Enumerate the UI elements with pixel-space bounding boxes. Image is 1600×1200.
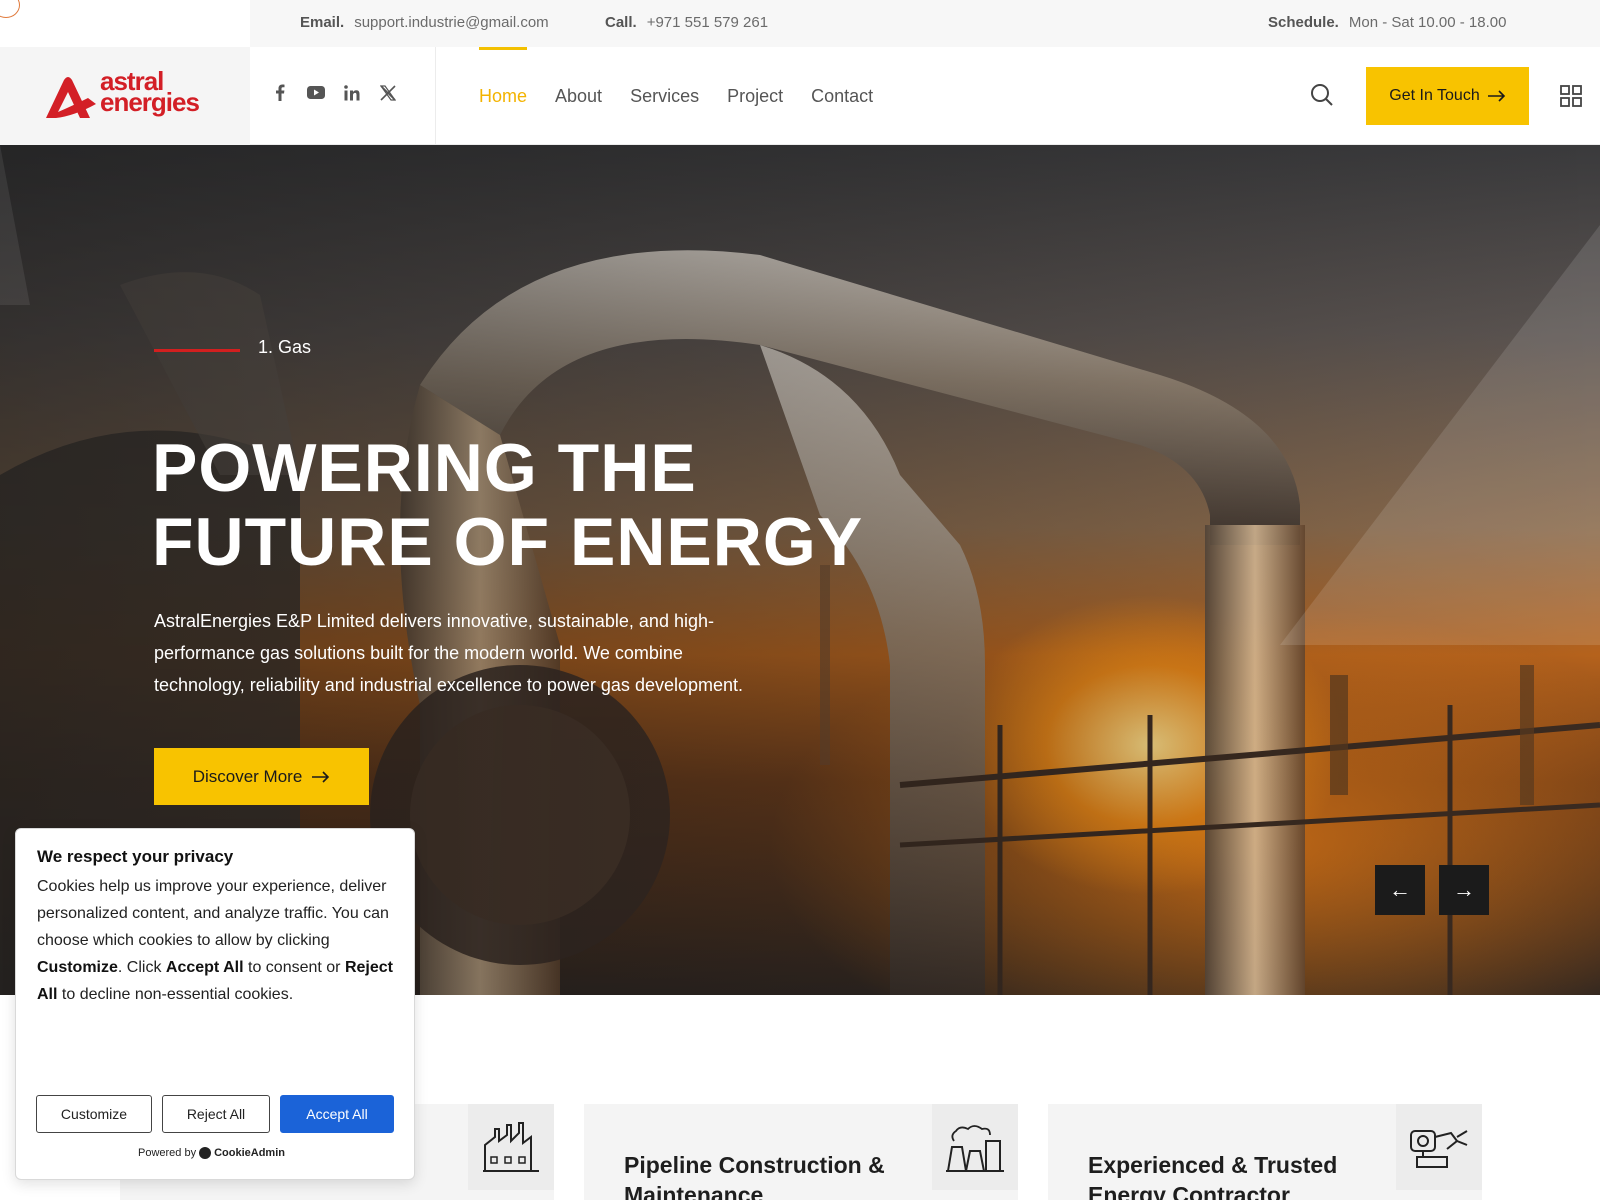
powered-by[interactable]: Powered by CookieAdmin	[138, 1147, 285, 1159]
facebook-icon[interactable]	[270, 83, 289, 102]
discover-more-label: Discover More	[192, 766, 303, 786]
site-header: astral energies Home About Services Proj…	[0, 47, 1600, 145]
youtube-icon[interactable]	[306, 83, 325, 102]
cookie-title: We respect your privacy	[37, 847, 234, 866]
hero-title-line-2: FUTURE OF ENERGY	[152, 504, 864, 580]
hero-title: POWERING THE FUTURE OF ENERGY	[152, 431, 872, 579]
cookie-body: Cookies help us improve your experience,…	[37, 873, 397, 1008]
card-icon-box	[1396, 1104, 1482, 1190]
top-info-bar: Email. support.industrie@gmail.com Call. +…	[0, 0, 1600, 47]
cookie-body-bold-1: Customize	[37, 959, 118, 976]
main-nav: Home About Services Project Contact	[479, 47, 873, 145]
service-card[interactable]: Pipeline Construction & Maintenance	[584, 1104, 1018, 1200]
call-value[interactable]: +971 551 579 261	[647, 14, 768, 31]
x-icon[interactable]	[378, 83, 397, 102]
arrow-right-icon: →	[1453, 877, 1475, 902]
get-in-touch-button[interactable]: Get In Touch	[1366, 67, 1529, 125]
cookie-body-text-4: to decline non-essential cookies.	[57, 986, 294, 1003]
slider-next-button[interactable]: →	[1439, 865, 1489, 915]
email-label: Email.	[300, 14, 345, 31]
nav-about[interactable]: About	[555, 47, 602, 145]
cookie-body-text-2: . Click	[117, 959, 166, 976]
tag-accent-line	[154, 349, 240, 352]
powered-by-brand: CookieAdmin	[214, 1147, 285, 1159]
nav-contact[interactable]: Contact	[811, 47, 873, 145]
cookie-reject-button[interactable]: Reject All	[162, 1095, 270, 1133]
cookie-accept-button[interactable]: Accept All	[280, 1095, 394, 1133]
logo[interactable]: astral energies	[0, 47, 250, 145]
call-label: Call.	[605, 14, 637, 31]
corner-badge-icon	[0, 0, 20, 18]
schedule-info: Schedule. Mon - Sat 10.00 - 18.00	[1268, 14, 1506, 31]
linkedin-icon[interactable]	[342, 83, 361, 102]
slider-prev-button[interactable]: ←	[1375, 865, 1425, 915]
slide-tag: 1. Gas	[258, 337, 312, 357]
arrow-right-icon	[312, 770, 330, 783]
hero-description: AstralEnergies E&P Limited delivers inno…	[154, 611, 744, 695]
power-plant-icon	[946, 1125, 1004, 1172]
astral-logo-icon	[46, 77, 96, 118]
hero-title-line-1: POWERING THE	[152, 430, 697, 506]
topbar-left-area	[0, 0, 250, 47]
cookie-consent-dialog: We respect your privacy Cookies help us …	[15, 828, 415, 1180]
discover-more-button[interactable]: Discover More	[154, 748, 369, 805]
card-icon-box	[932, 1104, 1018, 1190]
arrow-left-icon: ←	[1389, 877, 1411, 902]
service-card[interactable]: Experienced & Trusted Energy Contractor	[1048, 1104, 1482, 1200]
powered-by-label: Powered by	[138, 1147, 197, 1159]
nav-services[interactable]: Services	[630, 47, 699, 145]
card-title: Pipeline Construction & Maintenance	[624, 1152, 885, 1200]
hero-decoration-left	[0, 145, 30, 305]
schedule-label: Schedule.	[1268, 14, 1339, 31]
logo-line-2: energies	[100, 87, 200, 117]
email-value[interactable]: support.industrie@gmail.com	[354, 14, 548, 31]
grid-menu-icon[interactable]	[1560, 85, 1582, 107]
search-icon[interactable]	[1310, 83, 1334, 107]
get-in-touch-label: Get In Touch	[1389, 87, 1480, 104]
cookieadmin-logo-icon	[199, 1147, 212, 1159]
nav-home[interactable]: Home	[479, 47, 528, 145]
header-divider	[435, 47, 436, 145]
cookie-body-bold-2: Accept All	[165, 959, 244, 976]
social-links	[270, 83, 397, 102]
logo-text: astral energies	[100, 68, 200, 117]
schedule-value: Mon - Sat 10.00 - 18.00	[1348, 14, 1507, 31]
cookie-body-text-1: Cookies help us improve your experience,…	[37, 878, 389, 949]
factory-icon	[483, 1122, 539, 1172]
cookie-body-text-3: to consent or	[243, 959, 345, 976]
card-title: Experienced & Trusted Energy Contractor	[1088, 1152, 1338, 1200]
call-info[interactable]: Call. +971 551 579 261	[605, 14, 768, 31]
nav-project[interactable]: Project	[727, 47, 783, 145]
arrow-right-icon	[1487, 90, 1505, 102]
hero-decoration	[1280, 225, 1600, 645]
card-icon-box	[468, 1104, 554, 1190]
robot-arm-icon	[1410, 1130, 1468, 1168]
email-info[interactable]: Email. support.industrie@gmail.com	[300, 14, 549, 31]
cookie-customize-button[interactable]: Customize	[36, 1095, 152, 1133]
